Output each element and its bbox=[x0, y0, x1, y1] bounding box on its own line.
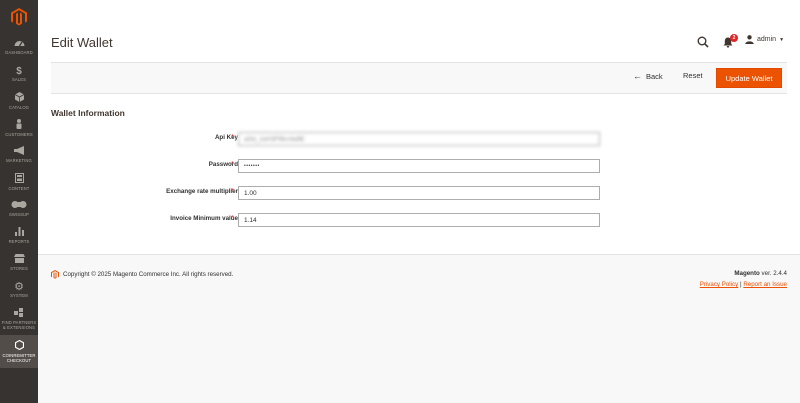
update-wallet-button[interactable]: Update Wallet bbox=[716, 68, 782, 88]
sidebar-item-coinremitter-checkout[interactable]: COINREMITTER CHECKOUT bbox=[0, 335, 38, 368]
sidebar-item-label: & EXTENSIONS bbox=[2, 325, 36, 330]
blocks-icon bbox=[14, 308, 24, 320]
layout-icon bbox=[14, 172, 24, 186]
required-asterisk: * bbox=[231, 161, 234, 168]
user-menu[interactable]: admin ▼ bbox=[745, 35, 784, 44]
field-api-key: Api Key * bbox=[38, 132, 800, 146]
back-button[interactable]: ← Back bbox=[633, 71, 663, 81]
sidebar-item-label: SALES bbox=[11, 76, 26, 82]
field-label: Api Key bbox=[214, 134, 238, 141]
user-icon bbox=[745, 35, 754, 44]
dollar-icon: $ bbox=[16, 65, 22, 77]
sidebar-item-system[interactable]: ⚙ SYSTEM bbox=[0, 276, 38, 303]
magento-logo-icon bbox=[51, 270, 59, 279]
footer-links: Privacy Policy | Report an Issue bbox=[700, 281, 787, 288]
required-asterisk: * bbox=[231, 215, 234, 222]
page-footer: Copyright © 2025 Magento Commerce Inc. A… bbox=[38, 254, 800, 403]
sidebar-item-label: CATALOG bbox=[8, 104, 30, 110]
arrow-left-icon: ← bbox=[633, 71, 642, 81]
sidebar-item-label: DASHBOARD bbox=[5, 50, 33, 55]
version-info: Magento ver. 2.4.4 bbox=[734, 270, 787, 277]
search-button[interactable] bbox=[694, 33, 712, 51]
sidebar-item-label: MARKETING bbox=[6, 158, 32, 163]
sidebar-item-content[interactable]: CONTENT bbox=[0, 168, 38, 195]
copyright-text: Copyright © 2025 Magento Commerce Inc. A… bbox=[63, 271, 234, 278]
sidebar-item-label: CUSTOMERS bbox=[5, 131, 33, 137]
link-separator: | bbox=[739, 281, 742, 288]
chevron-down-icon: ▼ bbox=[779, 36, 785, 43]
sidebar-item-find-partners[interactable]: FIND PARTNERS & EXTENSIONS bbox=[0, 303, 38, 335]
password-input[interactable] bbox=[238, 159, 600, 173]
field-label: Invoice Minimum value bbox=[170, 215, 238, 222]
invoice-minimum-value-input[interactable] bbox=[238, 213, 600, 227]
notification-badge: 2 bbox=[730, 34, 738, 42]
hexagon-icon bbox=[14, 339, 24, 353]
cube-icon bbox=[14, 91, 24, 105]
version-number: ver. 2.4.4 bbox=[761, 270, 787, 277]
sidebar-item-label: REPORTS bbox=[8, 239, 30, 244]
section-title: Wallet Information bbox=[51, 108, 125, 118]
person-icon bbox=[15, 118, 23, 132]
sidebar-item-stores[interactable]: STORES bbox=[0, 249, 38, 276]
back-button-label: Back bbox=[646, 71, 663, 81]
gear-icon: ⚙ bbox=[14, 280, 24, 293]
brand-name: Magento bbox=[734, 270, 760, 277]
sidebar-item-catalog[interactable]: CATALOG bbox=[0, 87, 38, 114]
field-label: Exchange rate multiplier bbox=[166, 188, 238, 195]
sidebar-item-sales[interactable]: $ SALES bbox=[0, 60, 38, 87]
required-asterisk: * bbox=[231, 134, 234, 141]
swissup-icon bbox=[11, 200, 27, 212]
sidebar-item-label: SYSTEM bbox=[10, 292, 28, 298]
admin-sidebar: DASHBOARD $ SALES CATALOG CUSTOMERS MARK… bbox=[0, 0, 38, 403]
sidebar-item-swissup[interactable]: SWISSUP bbox=[0, 195, 38, 222]
search-icon bbox=[697, 36, 709, 48]
sidebar-item-label: CHECKOUT bbox=[6, 358, 32, 363]
megaphone-icon bbox=[13, 146, 25, 158]
required-asterisk: * bbox=[231, 188, 234, 195]
page-actions-bar: ← Back Reset Update Wallet bbox=[51, 62, 787, 94]
report-issue-link[interactable]: Report an Issue bbox=[743, 281, 787, 288]
exchange-rate-multiplier-input[interactable] bbox=[238, 186, 600, 200]
bar-chart-icon bbox=[14, 227, 24, 239]
store-icon bbox=[13, 254, 25, 266]
user-name: admin bbox=[757, 36, 777, 43]
sidebar-item-label: SWISSUP bbox=[8, 212, 29, 217]
notifications-button[interactable]: 2 bbox=[722, 33, 740, 51]
magento-logo-icon bbox=[11, 7, 27, 25]
field-password: Password * bbox=[38, 159, 800, 173]
sidebar-item-label: CONTENT bbox=[8, 185, 30, 191]
sidebar-item-reports[interactable]: REPORTS bbox=[0, 222, 38, 249]
sidebar-item-label: STORES bbox=[10, 266, 28, 271]
reset-button[interactable]: Reset bbox=[683, 71, 703, 80]
sidebar-item-dashboard[interactable]: DASHBOARD bbox=[0, 33, 38, 60]
page-content: Edit Wallet 2 admin ▼ ← Back Reset Updat… bbox=[38, 0, 800, 254]
sidebar-item-marketing[interactable]: MARKETING bbox=[0, 141, 38, 168]
copyright: Copyright © 2025 Magento Commerce Inc. A… bbox=[51, 270, 233, 279]
sidebar-item-customers[interactable]: CUSTOMERS bbox=[0, 114, 38, 141]
dashboard-icon bbox=[14, 38, 25, 50]
header-actions: 2 admin ▼ bbox=[38, 30, 800, 52]
field-exchange-rate-multiplier: Exchange rate multiplier * bbox=[38, 186, 800, 200]
privacy-policy-link[interactable]: Privacy Policy bbox=[700, 281, 739, 288]
magento-logo[interactable] bbox=[0, 0, 38, 33]
field-invoice-minimum-value: Invoice Minimum value * bbox=[38, 213, 800, 227]
api-key-input[interactable] bbox=[238, 132, 600, 146]
main-area: Edit Wallet 2 admin ▼ ← Back Reset Updat… bbox=[38, 0, 800, 403]
